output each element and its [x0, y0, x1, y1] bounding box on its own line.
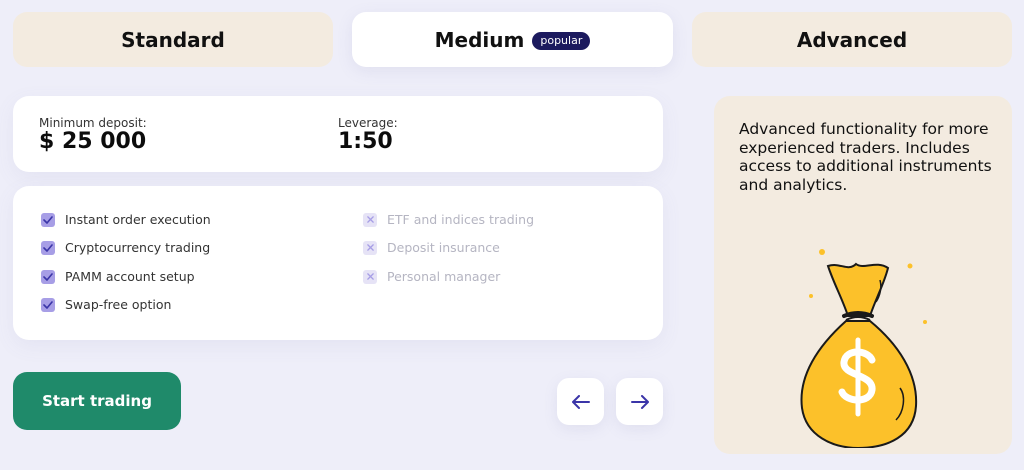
leverage-label: Leverage:	[338, 116, 398, 130]
features-card: Instant order execution Cryptocurrency t…	[13, 186, 663, 340]
plan-description: Advanced functionality for more experien…	[739, 120, 992, 194]
cross-icon	[363, 240, 377, 255]
feature-label: Cryptocurrency trading	[65, 240, 211, 255]
feature-item-included: PAMM account setup	[41, 269, 195, 284]
tab-advanced[interactable]: Advanced	[692, 12, 1012, 67]
start-trading-label: Start trading	[42, 392, 152, 410]
tab-standard[interactable]: Standard	[13, 12, 333, 67]
tab-label: Standard	[121, 27, 225, 52]
plan-description-panel: Advanced functionality for more experien…	[714, 96, 1012, 454]
tab-label: Advanced	[796, 27, 908, 52]
feature-label: Deposit insurance	[387, 240, 500, 255]
leverage-value: 1:50	[338, 129, 393, 154]
money-bag-icon	[800, 249, 927, 448]
feature-item-included: Swap-free option	[41, 297, 171, 312]
feature-label: Personal manager	[387, 269, 501, 284]
arrow-right-icon	[630, 394, 649, 409]
arrow-left-icon	[571, 394, 590, 409]
feature-label: PAMM account setup	[65, 269, 195, 284]
cross-icon	[363, 212, 377, 227]
tab-label: Medium	[434, 27, 525, 52]
next-button[interactable]	[616, 378, 663, 425]
feature-item-included: Instant order execution	[41, 212, 211, 227]
tab-medium[interactable]: Medium popular	[352, 12, 673, 67]
checkmark-icon	[41, 240, 55, 255]
checkmark-icon	[41, 269, 55, 284]
feature-label: ETF and indices trading	[387, 212, 535, 227]
feature-label: Instant order execution	[65, 212, 211, 227]
feature-item-excluded: Personal manager	[363, 269, 500, 284]
checkmark-icon	[41, 297, 55, 312]
popular-badge: popular	[532, 31, 591, 50]
feature-item-excluded: ETF and indices trading	[363, 212, 534, 227]
deposit-label: Minimum deposit:	[39, 116, 147, 130]
deposit-value: $ 25 000	[39, 129, 147, 154]
feature-label: Swap-free option	[65, 297, 172, 312]
checkmark-icon	[41, 212, 55, 227]
cross-icon	[363, 269, 377, 284]
feature-item-included: Cryptocurrency trading	[41, 240, 210, 255]
stats-card: Minimum deposit: $ 25 000 Leverage: 1:50	[13, 96, 663, 172]
start-trading-button[interactable]: Start trading	[13, 372, 181, 430]
feature-item-excluded: Deposit insurance	[363, 240, 500, 255]
prev-button[interactable]	[557, 378, 604, 425]
